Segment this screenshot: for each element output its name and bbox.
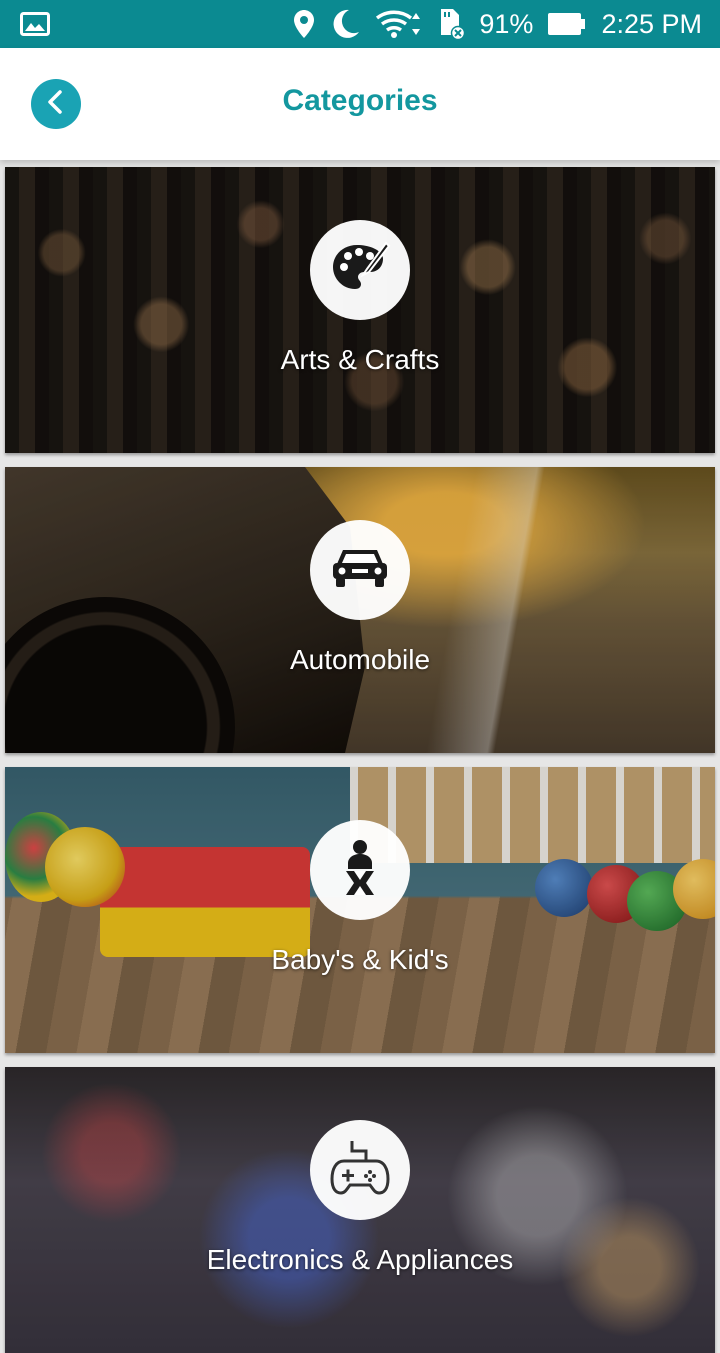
sd-card-icon [435, 8, 466, 40]
category-label: Automobile [289, 644, 431, 675]
category-card-electronics-appliances[interactable]: Electronics & Appliances [5, 1067, 715, 1353]
battery-percent: 91% [479, 8, 534, 39]
category-label: Electronics & Appliances [206, 1244, 514, 1275]
page-title: Categories [282, 84, 438, 117]
gamepad-icon [330, 1139, 390, 1202]
category-icon-circle [310, 1120, 410, 1220]
category-card-arts-crafts[interactable]: Arts & Crafts [5, 167, 715, 453]
palette-icon [329, 239, 391, 302]
gallery-icon [20, 12, 50, 36]
location-icon [293, 9, 315, 39]
baby-icon [340, 839, 380, 902]
category-icon-circle [310, 520, 410, 620]
clock: 2:25 PM [601, 8, 702, 39]
category-label: Arts & Crafts [280, 344, 440, 375]
car-icon [331, 546, 389, 595]
app-bar: Categories [0, 48, 720, 160]
category-card-babys-kids[interactable]: Baby's & Kid's [5, 767, 715, 1053]
category-icon-circle [310, 220, 410, 320]
battery-icon [547, 11, 587, 37]
category-card-automobile[interactable]: Automobile [5, 467, 715, 753]
category-icon-circle [310, 820, 410, 920]
wifi-icon [375, 9, 421, 39]
status-bar: 91% 2:25 PM [0, 0, 720, 48]
moon-icon [329, 8, 361, 40]
category-label: Baby's & Kid's [271, 944, 449, 975]
